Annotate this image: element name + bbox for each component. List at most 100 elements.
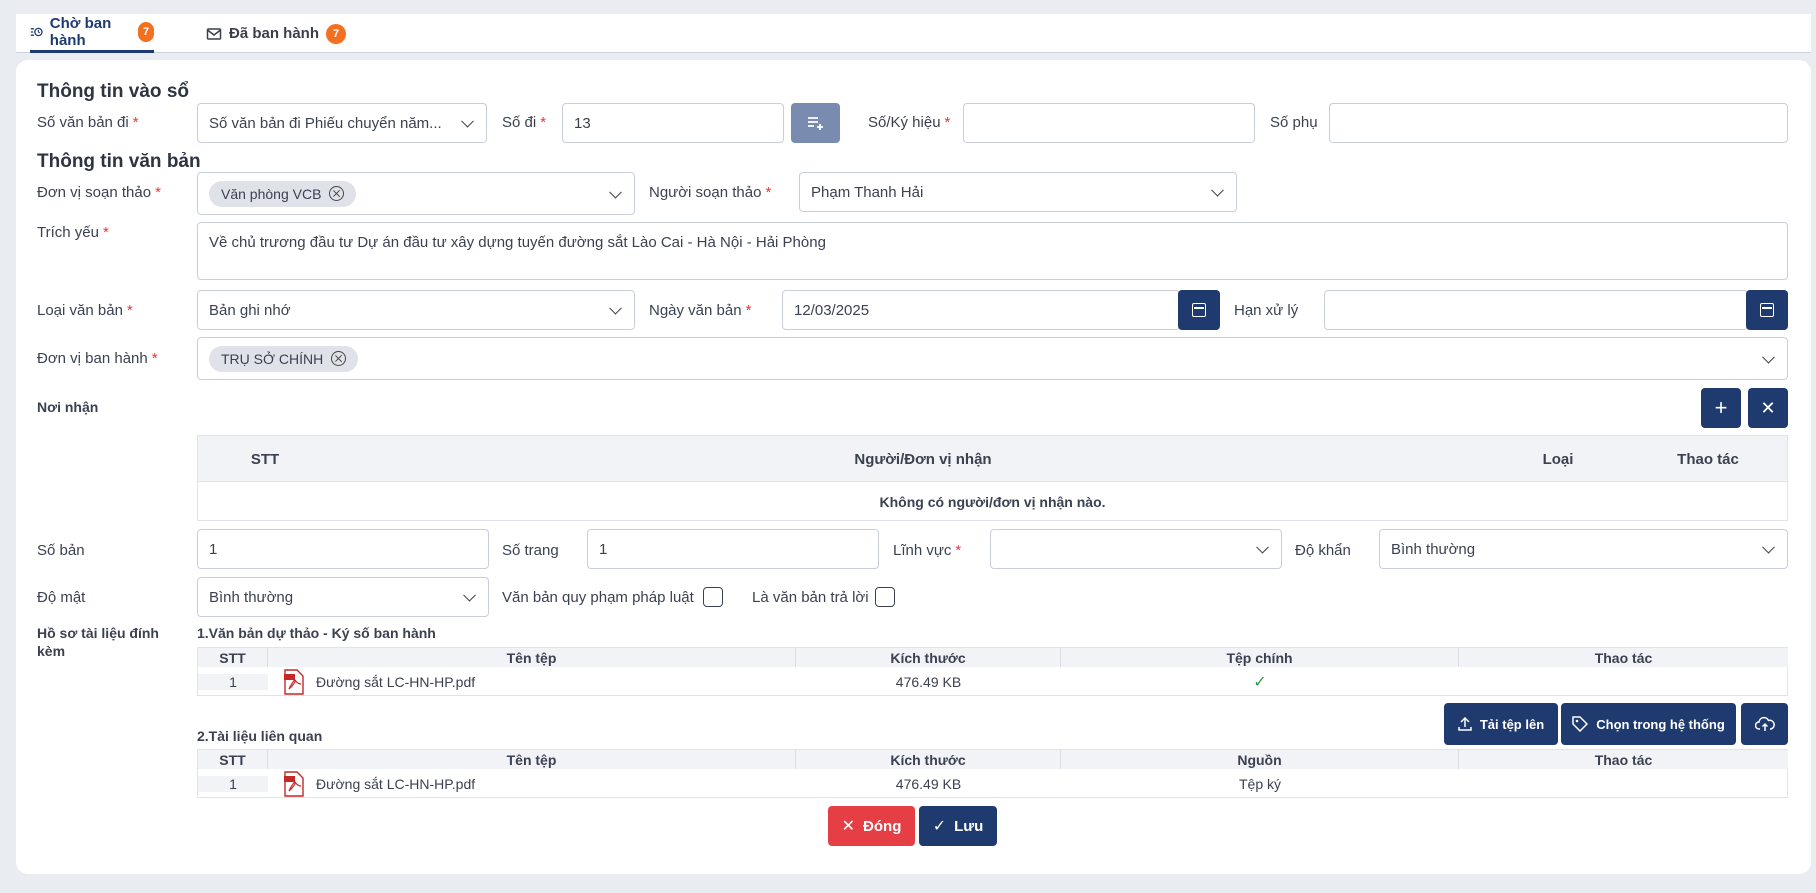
add-recipient-button[interactable]: + xyxy=(1701,388,1741,428)
list-add-icon xyxy=(807,117,823,130)
label-so-van-ban-di: Số văn bản đi * xyxy=(37,114,139,131)
tab-label: Chờ ban hành xyxy=(49,15,112,49)
chevron-down-icon xyxy=(1256,540,1269,554)
label-so-ky-hieu: Số/Ký hiệu * xyxy=(868,114,951,131)
label-qppl: Văn bản quy phạm pháp luật xyxy=(502,589,694,606)
checkbox-tra-loi[interactable] xyxy=(875,587,895,607)
check-icon: ✓ xyxy=(932,818,947,835)
tab-da-ban-hanh[interactable]: Đã ban hành 7 xyxy=(206,14,347,53)
get-number-button[interactable] xyxy=(791,103,840,143)
column-header: Kích thước xyxy=(796,648,1061,667)
cloud-upload-icon xyxy=(1754,716,1775,731)
clear-recipients-button[interactable]: ✕ xyxy=(1748,388,1788,428)
select-so-van-ban-di[interactable]: Số văn bản đi Phiếu chuyển năm... xyxy=(197,103,487,143)
pending-list-icon xyxy=(30,27,43,37)
select-nguoi-soan-thao[interactable]: Phạm Thanh Hải xyxy=(799,172,1237,212)
chevron-down-icon xyxy=(609,185,622,199)
save-button[interactable]: ✓ Lưu xyxy=(919,806,997,846)
cloud-upload-button[interactable] xyxy=(1741,703,1788,745)
column-header: Tên tệp xyxy=(268,750,796,769)
chevron-down-icon xyxy=(461,114,474,128)
section-title-registry: Thông tin vào sổ xyxy=(37,81,189,102)
tab-cho-ban-hanh[interactable]: Chờ ban hành 7 xyxy=(30,14,154,53)
recipients-table: STT Người/Đơn vị nhận Loại Thao tác Khôn… xyxy=(197,435,1788,521)
chevron-down-icon xyxy=(463,588,476,602)
column-header: Người/Đơn vị nhận xyxy=(854,450,992,468)
column-header: Thao tác xyxy=(1459,750,1788,769)
tab-label: Đã ban hành xyxy=(229,25,320,42)
file-name-cell[interactable]: Đường sắt LC-HN-HP.pdf xyxy=(284,667,475,697)
column-header: Thao tác xyxy=(1459,648,1788,667)
chevron-down-icon xyxy=(609,301,622,315)
related-section-title: 2.Tài liệu liên quan xyxy=(197,728,323,744)
deadline-picker-button[interactable] xyxy=(1746,290,1788,330)
related-files-table: STT Tên tệp Kích thước Nguồn Thao tác 1 … xyxy=(197,749,1788,798)
column-header: Tên tệp xyxy=(268,648,796,667)
count-badge: 7 xyxy=(326,23,347,44)
label-so-ban: Số bản xyxy=(37,542,85,559)
label-trich-yeu: Trích yếu * xyxy=(37,224,109,241)
column-header: Loại xyxy=(1542,450,1574,468)
label-loai-van-ban: Loại văn bản * xyxy=(37,302,133,319)
select-don-vi-soan-thao[interactable]: Văn phòng VCB xyxy=(197,172,635,215)
select-do-mat[interactable]: Bình thường xyxy=(197,577,489,617)
column-header: Thao tác xyxy=(1677,450,1739,468)
main-file-check-icon: ✓ xyxy=(1253,674,1267,691)
empty-table-message: Không có người/đơn vị nhận nào. xyxy=(879,494,1106,510)
column-header: STT xyxy=(198,750,268,769)
input-so-trang[interactable]: 1 xyxy=(587,529,879,569)
draft-section-title: 1.Văn bản dự thảo - Ký số ban hành xyxy=(197,625,436,641)
select-don-vi-ban-hanh[interactable]: TRỤ SỞ CHÍNH xyxy=(197,337,1788,380)
tag-chip: Văn phòng VCB xyxy=(209,180,357,207)
choose-from-system-button[interactable]: Chọn trong hệ thống xyxy=(1561,703,1736,745)
draft-files-table: STT Tên tệp Kích thước Tệp chính Thao tá… xyxy=(197,647,1788,696)
column-header: Tệp chính xyxy=(1061,648,1459,667)
column-header: STT xyxy=(250,450,280,468)
label-noi-nhan: Nơi nhận xyxy=(37,399,99,415)
remove-tag-icon[interactable] xyxy=(329,186,345,201)
close-button[interactable]: ✕ Đóng xyxy=(828,806,915,846)
remove-tag-icon[interactable] xyxy=(331,351,347,366)
input-so-di[interactable]: 13 xyxy=(562,103,784,143)
select-do-khan[interactable]: Bình thường xyxy=(1379,529,1788,569)
upload-file-button[interactable]: Tải tệp lên xyxy=(1444,703,1558,745)
input-so-phu[interactable] xyxy=(1329,103,1788,143)
checkbox-qppl[interactable] xyxy=(703,587,723,607)
label-do-mat: Độ mật xyxy=(37,589,86,606)
date-picker-button[interactable] xyxy=(1178,290,1220,330)
tag-icon xyxy=(1572,716,1589,732)
column-header: Kích thước xyxy=(796,750,1061,769)
file-name-cell[interactable]: Đường sắt LC-HN-HP.pdf xyxy=(284,769,475,799)
label-ho-so: Hồ sơ tài liệu đính kèm xyxy=(37,625,159,659)
row-stt: 1 xyxy=(198,776,268,792)
chevron-down-icon xyxy=(1211,183,1224,197)
label-so-trang: Số trang xyxy=(502,542,559,559)
column-header: Nguồn xyxy=(1061,750,1459,769)
file-size-cell: 476.49 KB xyxy=(895,776,962,792)
label-tra-loi: Là văn bản trả lời xyxy=(752,589,869,606)
label-so-phu: Số phụ xyxy=(1270,114,1318,131)
calendar-icon xyxy=(1192,303,1206,317)
close-icon: ✕ xyxy=(1760,397,1776,418)
label-ngay-van-ban: Ngày văn bản * xyxy=(649,302,752,319)
chevron-down-icon xyxy=(1762,540,1775,554)
column-header: STT xyxy=(198,648,268,667)
upload-icon xyxy=(1458,717,1472,731)
mail-check-icon xyxy=(206,27,222,40)
label-so-di: Số đi * xyxy=(502,114,547,131)
pdf-file-icon xyxy=(284,771,304,797)
input-so-ban[interactable]: 1 xyxy=(197,529,489,569)
input-ngay-van-ban[interactable]: 12/03/2025 xyxy=(782,290,1180,330)
textarea-trich-yeu[interactable]: Về chủ trương đầu tư Dự án đầu tư xây dự… xyxy=(197,222,1788,280)
label-don-vi-ban-hanh: Đơn vị ban hành * xyxy=(37,350,158,367)
label-han-xu-ly: Hạn xử lý xyxy=(1234,302,1299,319)
select-loai-van-ban[interactable]: Bản ghi nhớ xyxy=(197,290,635,330)
label-linh-vuc: Lĩnh vực * xyxy=(893,542,962,559)
chevron-down-icon xyxy=(1762,350,1775,364)
plus-icon: + xyxy=(1714,395,1728,420)
input-han-xu-ly[interactable] xyxy=(1324,290,1748,330)
file-size-cell: 476.49 KB xyxy=(895,674,962,690)
input-so-ky-hieu[interactable] xyxy=(963,103,1255,143)
tag-chip: TRỤ SỞ CHÍNH xyxy=(209,345,359,372)
select-linh-vuc[interactable] xyxy=(990,529,1282,569)
